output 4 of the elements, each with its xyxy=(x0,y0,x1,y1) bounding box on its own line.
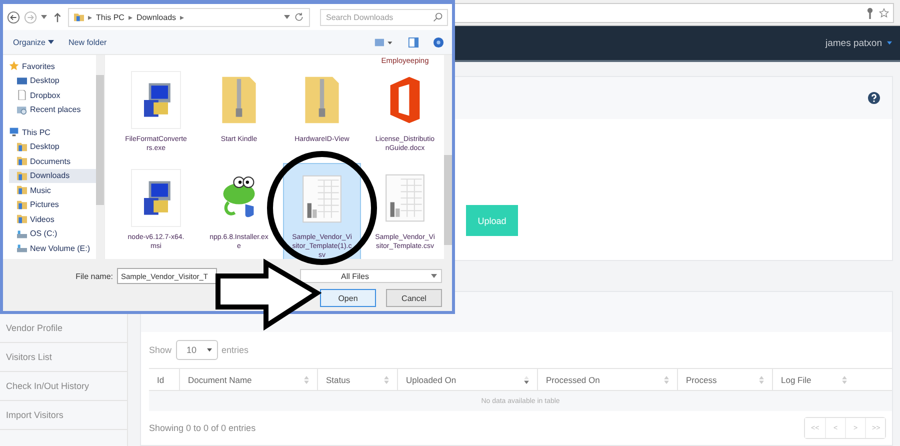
table-info: Showing 0 to 0 of 0 entries xyxy=(149,423,256,433)
show-label: Show xyxy=(149,345,172,355)
entries-label: entries xyxy=(222,345,249,355)
file-name-label: File name: xyxy=(76,272,113,280)
